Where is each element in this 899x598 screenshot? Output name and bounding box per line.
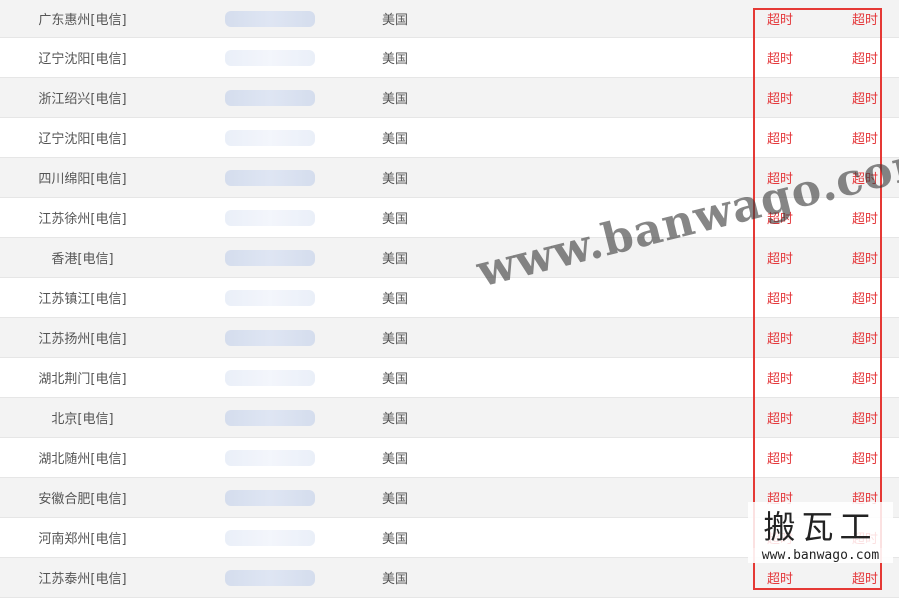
node-name: 江苏扬州[电信] xyxy=(38,332,127,347)
ip-location: 美国 xyxy=(382,92,409,107)
ip-address-redacted xyxy=(225,518,315,557)
ip-address-redacted xyxy=(225,478,315,517)
ip-address-redacted xyxy=(225,0,315,37)
result-timeout: 超时 xyxy=(767,572,794,587)
ip-location: 美国 xyxy=(382,292,409,307)
table-row: 湖北荆门[电信] 美国 超时 超时 xyxy=(0,358,899,398)
ip-location: 美国 xyxy=(382,252,409,267)
result-timeout: 超时 xyxy=(852,332,879,347)
ip-address-redacted xyxy=(225,438,315,477)
result-timeout: 超时 xyxy=(852,532,879,547)
result-timeout: 超时 xyxy=(767,13,794,28)
node-name: 辽宁沈阳[电信] xyxy=(38,52,127,67)
result-timeout: 超时 xyxy=(767,92,794,107)
result-timeout: 超时 xyxy=(767,132,794,147)
ip-address-redacted xyxy=(225,358,315,397)
result-timeout: 超时 xyxy=(852,452,879,467)
ip-address-redacted xyxy=(225,158,315,197)
ip-location: 美国 xyxy=(382,572,409,587)
node-name: 湖北随州[电信] xyxy=(38,452,127,467)
result-timeout: 超时 xyxy=(767,412,794,427)
result-timeout: 超时 xyxy=(767,212,794,227)
ping-results-table: 广东惠州[电信] 美国 超时 超时 辽宁沈阳[电信] 美国 超时 超时 浙江绍兴… xyxy=(0,0,899,598)
node-name: 江苏泰州[电信] xyxy=(38,572,127,587)
ip-address-redacted xyxy=(225,398,315,437)
result-timeout: 超时 xyxy=(852,52,879,67)
table-row: 江苏扬州[电信] 美国 超时 超时 xyxy=(0,318,899,358)
result-timeout: 超时 xyxy=(767,172,794,187)
ip-location: 美国 xyxy=(382,452,409,467)
node-name: 江苏镇江[电信] xyxy=(38,292,127,307)
ip-address-redacted xyxy=(225,278,315,317)
table-row: 浙江绍兴[电信] 美国 超时 超时 xyxy=(0,78,899,118)
result-timeout: 超时 xyxy=(767,532,794,547)
result-timeout: 超时 xyxy=(852,92,879,107)
result-timeout: 超时 xyxy=(852,412,879,427)
node-name: 江苏徐州[电信] xyxy=(38,212,127,227)
ip-location: 美国 xyxy=(382,372,409,387)
result-timeout: 超时 xyxy=(852,13,879,28)
result-timeout: 超时 xyxy=(852,492,879,507)
result-timeout: 超时 xyxy=(852,372,879,387)
ip-location: 美国 xyxy=(382,212,409,227)
ip-location: 美国 xyxy=(382,332,409,347)
result-timeout: 超时 xyxy=(767,292,794,307)
table-row: 辽宁沈阳[电信] 美国 超时 超时 xyxy=(0,38,899,78)
table-row: 辽宁沈阳[电信] 美国 超时 超时 xyxy=(0,118,899,158)
table-row: 江苏镇江[电信] 美国 超时 超时 xyxy=(0,278,899,318)
result-timeout: 超时 xyxy=(767,252,794,267)
node-name: 香港[电信] xyxy=(51,252,114,267)
node-name: 安徽合肥[电信] xyxy=(38,492,127,507)
node-name: 河南郑州[电信] xyxy=(38,532,127,547)
result-timeout: 超时 xyxy=(852,172,879,187)
ip-address-redacted xyxy=(225,558,315,597)
ip-address-redacted xyxy=(225,118,315,157)
ip-location: 美国 xyxy=(382,13,409,28)
result-timeout: 超时 xyxy=(767,492,794,507)
ip-address-redacted xyxy=(225,238,315,277)
table-row: 江苏徐州[电信] 美国 超时 超时 xyxy=(0,198,899,238)
node-name: 北京[电信] xyxy=(51,412,114,427)
ip-location: 美国 xyxy=(382,532,409,547)
table-row: 安徽合肥[电信] 美国 超时 超时 xyxy=(0,478,899,518)
ip-address-redacted xyxy=(225,198,315,237)
ip-location: 美国 xyxy=(382,492,409,507)
table-row: 香港[电信] 美国 超时 超时 xyxy=(0,238,899,278)
ip-location: 美国 xyxy=(382,172,409,187)
result-timeout: 超时 xyxy=(852,252,879,267)
result-timeout: 超时 xyxy=(767,332,794,347)
node-name: 四川绵阳[电信] xyxy=(38,172,127,187)
result-timeout: 超时 xyxy=(852,212,879,227)
ip-location: 美国 xyxy=(382,52,409,67)
result-timeout: 超时 xyxy=(852,572,879,587)
table-row: 江苏泰州[电信] 美国 超时 超时 xyxy=(0,558,899,598)
result-timeout: 超时 xyxy=(767,52,794,67)
ip-address-redacted xyxy=(225,318,315,357)
node-name: 浙江绍兴[电信] xyxy=(38,92,127,107)
table-row: 河南郑州[电信] 美国 超时 超时 xyxy=(0,518,899,558)
result-timeout: 超时 xyxy=(852,292,879,307)
ip-address-redacted xyxy=(225,38,315,77)
table-row: 湖北随州[电信] 美国 超时 超时 xyxy=(0,438,899,478)
result-timeout: 超时 xyxy=(767,452,794,467)
table-row: 四川绵阳[电信] 美国 超时 超时 xyxy=(0,158,899,198)
table-row: 广东惠州[电信] 美国 超时 超时 xyxy=(0,0,899,38)
result-timeout: 超时 xyxy=(767,372,794,387)
table-row: 北京[电信] 美国 超时 超时 xyxy=(0,398,899,438)
node-name: 辽宁沈阳[电信] xyxy=(38,132,127,147)
ip-address-redacted xyxy=(225,78,315,117)
node-name: 湖北荆门[电信] xyxy=(38,372,127,387)
result-timeout: 超时 xyxy=(852,132,879,147)
node-name: 广东惠州[电信] xyxy=(38,13,127,28)
ip-location: 美国 xyxy=(382,132,409,147)
ip-location: 美国 xyxy=(382,412,409,427)
